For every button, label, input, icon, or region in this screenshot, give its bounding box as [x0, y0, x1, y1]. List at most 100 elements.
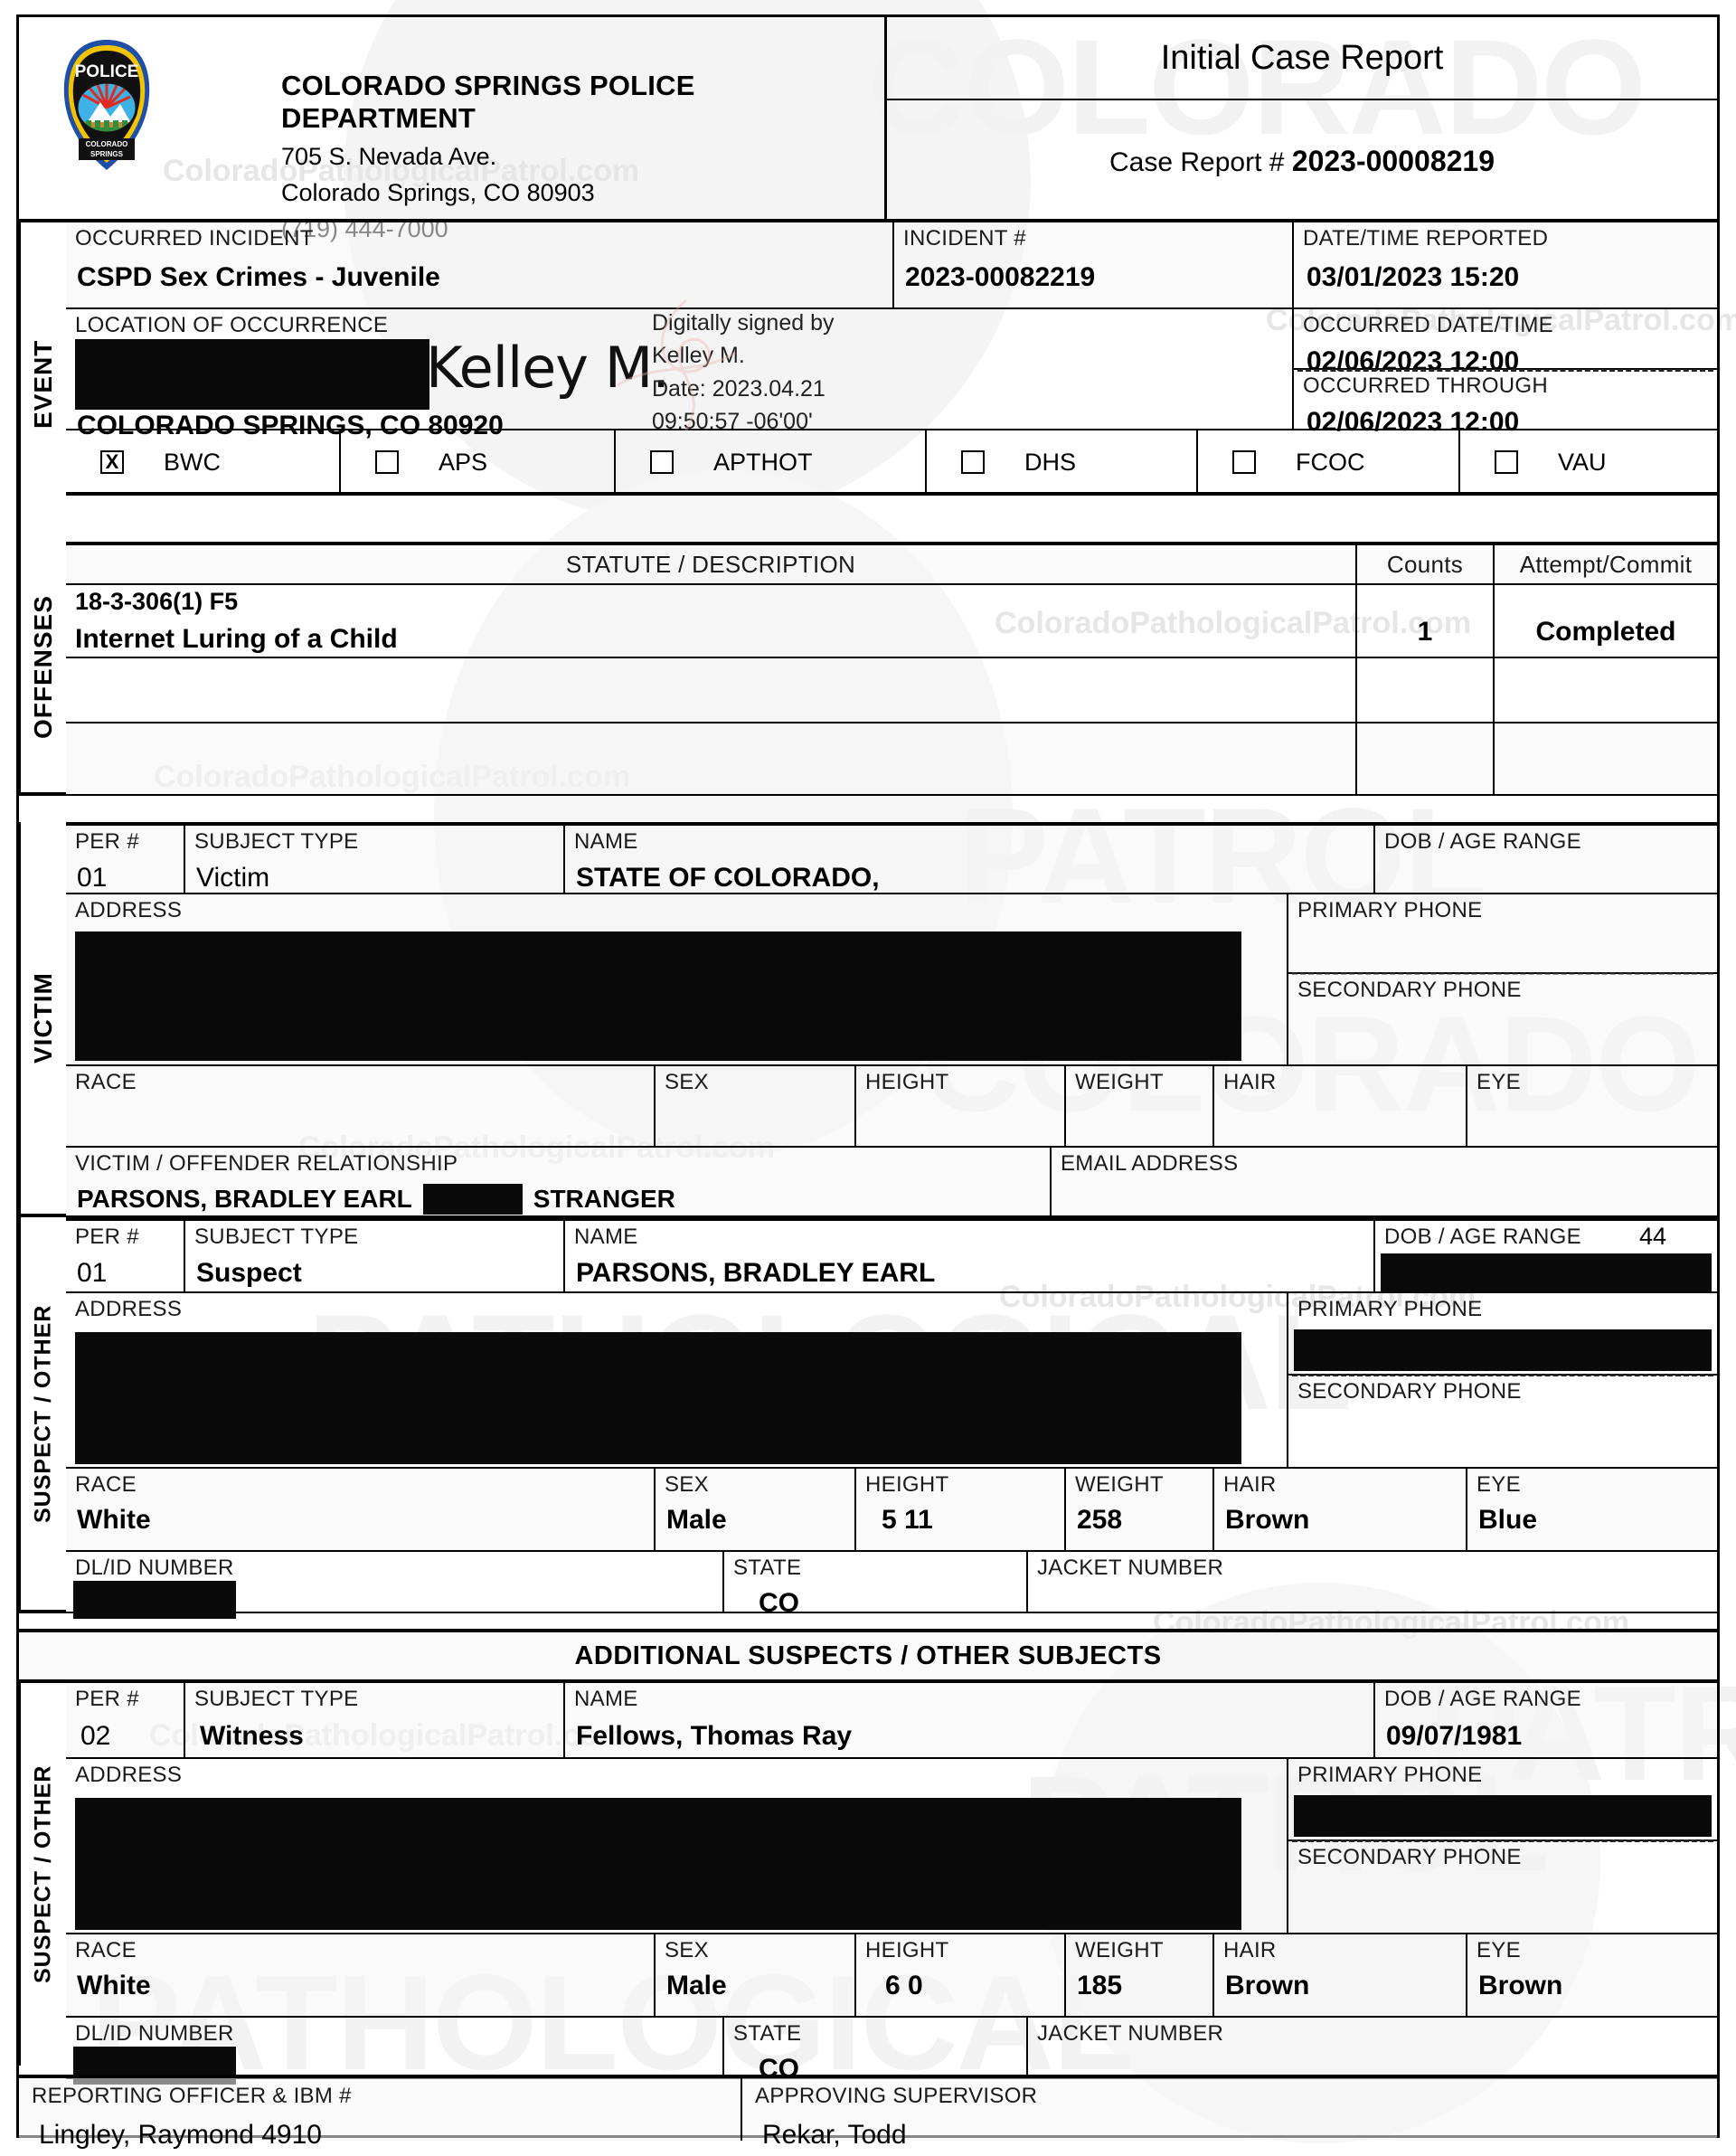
- approving-supervisor-label: APPROVING SUPERVISOR: [755, 2084, 1038, 2108]
- suspect-subject-type-cell: SUBJECT TYPE Suspect: [185, 1217, 565, 1293]
- additional-subject-type-label: SUBJECT TYPE: [194, 1687, 359, 1711]
- occurred-datetime-label: OCCURRED DATE/TIME: [1303, 313, 1553, 337]
- victim-primary-phone-cell: PRIMARY PHONE: [1288, 894, 1717, 974]
- checkbox-item-fcoc[interactable]: FCOC: [1198, 430, 1460, 494]
- victim-hair-cell: HAIR: [1214, 1066, 1467, 1148]
- additional-jacket-cell: JACKET NUMBER: [1028, 2018, 1717, 2079]
- suspect-dob-redaction-bar: [1381, 1253, 1712, 1293]
- suspect-dob-cell: DOB / AGE RANGE 44: [1375, 1217, 1717, 1293]
- additional-primary-phone-cell: PRIMARY PHONE: [1288, 1759, 1717, 1841]
- suspect-state-label: STATE: [733, 1556, 802, 1580]
- additional-eye-value: Brown: [1478, 1971, 1563, 2000]
- checkbox-item-dhs[interactable]: DHS: [927, 430, 1198, 494]
- checkbox-apthot-box[interactable]: [650, 450, 674, 474]
- offense-row-1-description: Internet Luring of a Child: [75, 624, 398, 654]
- additional-state-label: STATE: [733, 2021, 802, 2046]
- victim-dob-value: [1375, 858, 1717, 871]
- victim-address-label: ADDRESS: [75, 898, 183, 922]
- occurred-incident-cell: OCCURRED INCIDENT CSPD Sex Crimes - Juve…: [66, 222, 894, 309]
- suspect-jacket-cell: JACKET NUMBER: [1028, 1552, 1717, 1613]
- victim-race-value: [66, 1099, 654, 1110]
- offense-row-1-counts: 1: [1357, 585, 1495, 658]
- offense-row-1-statute: 18-3-306(1) F5 Internet Luring of a Chil…: [66, 585, 1357, 658]
- additional-subject-type-value: Witness: [200, 1721, 304, 1751]
- victim-name-value: STATE OF COLORADO,: [576, 863, 880, 893]
- victim-name-label: NAME: [574, 829, 638, 854]
- suspect-race-value: White: [77, 1505, 151, 1535]
- victim-primary-phone-label: PRIMARY PHONE: [1297, 898, 1483, 922]
- offense-row-1-counts-value: 1: [1417, 617, 1433, 647]
- victim-relationship-label: VICTIM / OFFENDER RELATIONSHIP: [75, 1151, 458, 1176]
- agency-name: COLORADO SPRINGS POLICE DEPARTMENT: [281, 70, 695, 134]
- checkbox-item-aps[interactable]: APS: [341, 430, 616, 494]
- checkbox-aps-box[interactable]: [375, 450, 399, 474]
- offenses-header-statute: STATUTE / DESCRIPTION: [66, 542, 1357, 585]
- checkbox-fcoc-box[interactable]: [1232, 450, 1256, 474]
- additional-secondary-phone-label: SECONDARY PHONE: [1297, 1845, 1522, 1869]
- additional-dob-value: 09/07/1981: [1386, 1721, 1523, 1751]
- suspect-primary-phone-redaction-bar: [1294, 1329, 1712, 1371]
- suspect-state-value: CO: [759, 1588, 799, 1618]
- location-of-occurrence-cell: LOCATION OF OCCURRENCE COLORADO SPRINGS,…: [66, 298, 1294, 440]
- agency-city: Colorado Springs, CO 80903: [281, 179, 595, 206]
- additional-sex-value: Male: [666, 1971, 727, 2000]
- checkbox-vau-box[interactable]: [1495, 450, 1518, 474]
- victim-secondary-phone-cell: SECONDARY PHONE: [1288, 974, 1717, 1066]
- suspect-per-label: PER #: [75, 1225, 139, 1249]
- offenses-col-attempt-label: Attempt/Commit: [1519, 551, 1693, 578]
- checkbox-bwc-label: BWC: [164, 448, 221, 476]
- suspect-primary-phone-label: PRIMARY PHONE: [1297, 1297, 1483, 1321]
- suspect-weight-cell: WEIGHT 258: [1066, 1469, 1214, 1552]
- victim-subject-type-cell: SUBJECT TYPE Victim: [185, 822, 565, 894]
- suspect-jacket-label: JACKET NUMBER: [1037, 1556, 1224, 1580]
- offense-row-2-attempt: [1495, 658, 1717, 723]
- suspect-eye-value: Blue: [1478, 1505, 1538, 1535]
- occurred-incident-value: CSPD Sex Crimes - Juvenile: [77, 262, 440, 292]
- suspect-state-cell: STATE CO: [724, 1552, 1028, 1617]
- agency-street: 705 S. Nevada Ave.: [281, 143, 497, 170]
- checkbox-item-apthot[interactable]: APTHOT: [616, 430, 927, 494]
- offenses-header-attempt: Attempt/Commit: [1495, 542, 1717, 585]
- additional-primary-phone-redaction-bar: [1294, 1795, 1712, 1837]
- checkbox-vau-label: VAU: [1558, 448, 1607, 476]
- additional-hair-label: HAIR: [1223, 1938, 1277, 1962]
- checkbox-item-bwc[interactable]: X BWC: [66, 430, 341, 494]
- victim-race-label: RACE: [75, 1070, 137, 1094]
- victim-secondary-phone-label: SECONDARY PHONE: [1297, 978, 1522, 1002]
- additional-height-value: 6 0: [885, 1971, 923, 2000]
- checkbox-dhs-box[interactable]: [961, 450, 985, 474]
- signature-swirl-icon: [617, 298, 736, 431]
- suspect-name-value: PARSONS, BRADLEY EARL: [576, 1258, 936, 1288]
- suspect-eye-label: EYE: [1477, 1472, 1521, 1497]
- additional-jacket-label: JACKET NUMBER: [1037, 2021, 1224, 2046]
- suspect-secondary-phone-label: SECONDARY PHONE: [1297, 1379, 1522, 1404]
- offenses-header-counts: Counts: [1357, 542, 1495, 585]
- additional-dl-cell: DL/ID NUMBER: [66, 2018, 724, 2085]
- checkbox-fcoc-label: FCOC: [1296, 448, 1365, 476]
- additional-race-cell: RACE White: [66, 1934, 656, 2018]
- additional-per-label: PER #: [75, 1687, 139, 1711]
- section-label-additional-suspect: SUSPECT / OTHER: [19, 1683, 66, 2066]
- suspect-eye-cell: EYE Blue: [1467, 1469, 1717, 1552]
- additional-name-label: NAME: [574, 1687, 638, 1711]
- approving-supervisor-value: Rekar, Todd: [762, 2120, 907, 2150]
- occurred-incident-label: OCCURRED INCIDENT: [75, 226, 314, 251]
- suspect-height-value: 5 11: [882, 1505, 933, 1535]
- additional-height-label: HEIGHT: [865, 1938, 949, 1962]
- section-label-event: EVENT: [19, 222, 66, 546]
- additional-suspects-banner-label: ADDITIONAL SUSPECTS / OTHER SUBJECTS: [574, 1641, 1162, 1670]
- incident-number-cell: INCIDENT # 2023-00082219: [894, 222, 1294, 309]
- suspect-address-label: ADDRESS: [75, 1297, 183, 1321]
- suspect-name-cell: NAME PARSONS, BRADLEY EARL: [565, 1217, 1375, 1293]
- checkbox-dhs-label: DHS: [1024, 448, 1077, 476]
- additional-eye-label: EYE: [1477, 1938, 1521, 1962]
- victim-address-redaction-bar: [75, 931, 1241, 1061]
- suspect-jacket-value: [1028, 1584, 1717, 1595]
- victim-email-label: EMAIL ADDRESS: [1061, 1151, 1239, 1176]
- reporting-officer-cell: REPORTING OFFICER & IBM # Lingley, Raymo…: [19, 2075, 742, 2149]
- suspect-hair-cell: HAIR Brown: [1214, 1469, 1467, 1552]
- report-document: POLICE COLORADO SPRINGS COLORADO SPRINGS…: [16, 14, 1720, 2149]
- checkbox-item-vau[interactable]: VAU: [1460, 430, 1717, 494]
- checkbox-bwc-box[interactable]: X: [100, 450, 124, 474]
- additional-dob-label: DOB / AGE RANGE: [1384, 1687, 1581, 1711]
